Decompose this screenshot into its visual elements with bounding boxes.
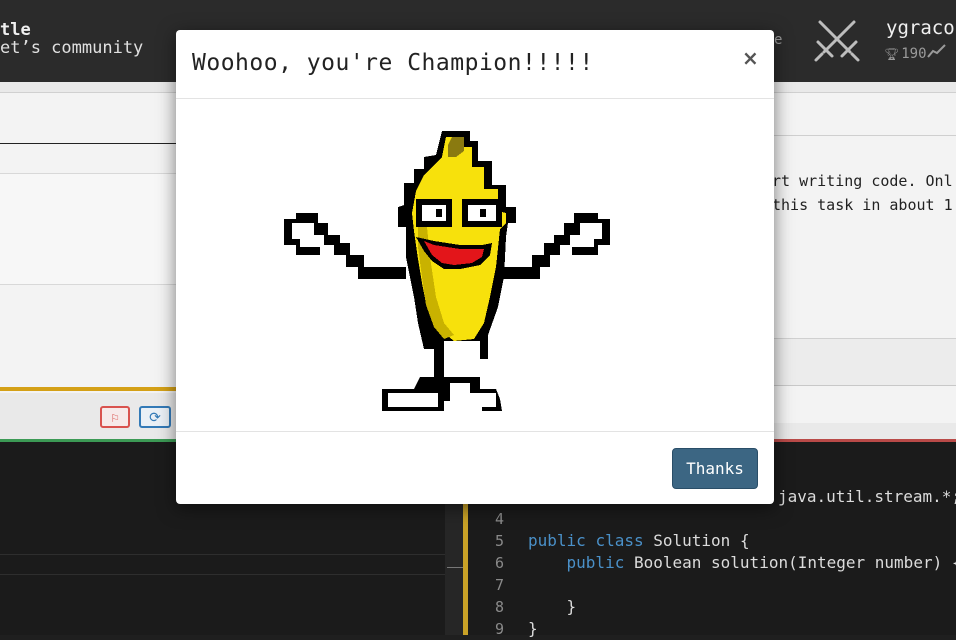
modal-footer: Thanks [176,431,774,505]
thanks-button[interactable]: Thanks [672,448,758,489]
dancing-banana-image [284,131,610,411]
champion-modal: Woohoo, you're Champion!!!!! × Thanks [176,30,774,504]
modal-body [176,99,774,431]
modal-title: Woohoo, you're Champion!!!!! [192,50,594,76]
close-button[interactable]: × [742,46,759,70]
modal-header: Woohoo, you're Champion!!!!! × [176,30,774,99]
